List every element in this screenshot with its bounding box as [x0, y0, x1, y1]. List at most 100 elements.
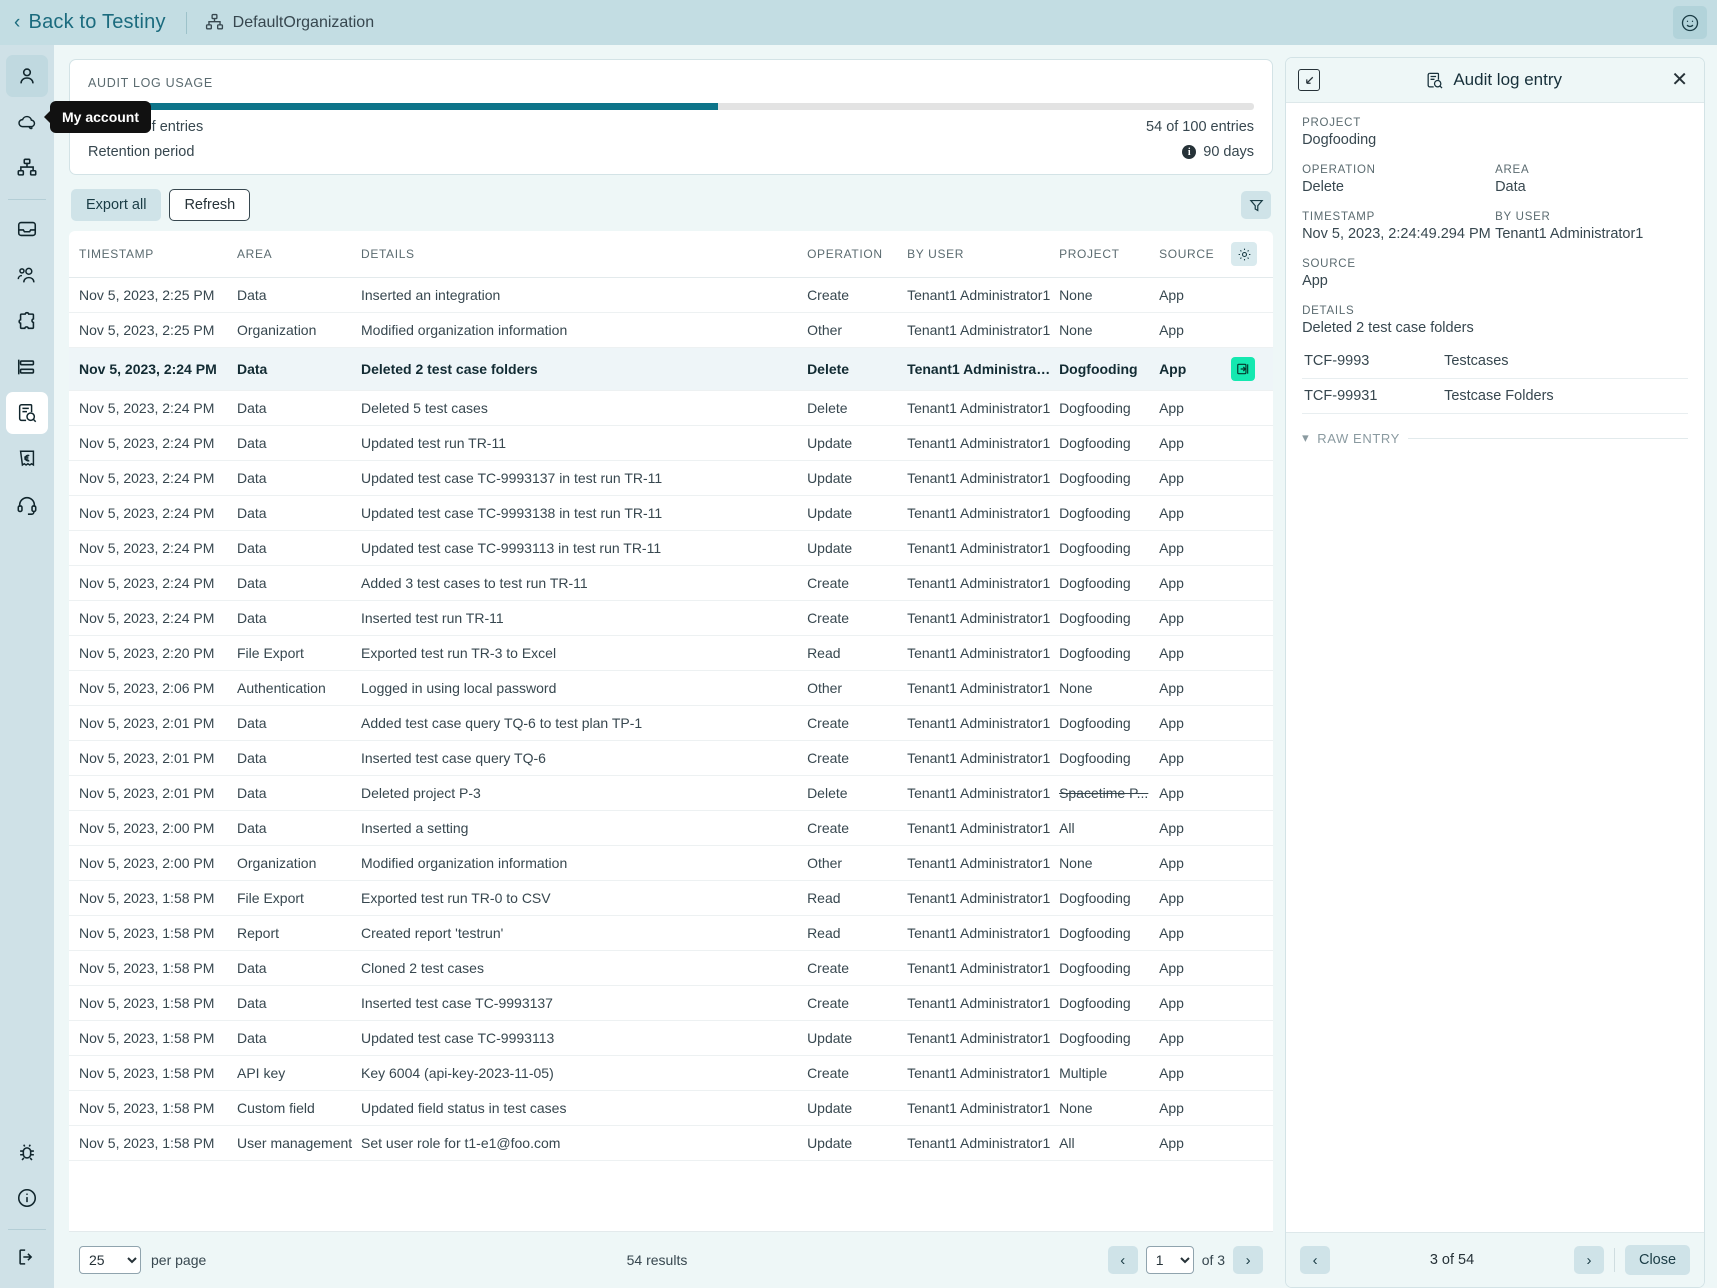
- per-page-select[interactable]: 102550100: [79, 1246, 141, 1274]
- timestamp-cell: Nov 5, 2023, 2:20 PM: [69, 636, 237, 671]
- area-cell: Data: [237, 426, 361, 461]
- filter-button[interactable]: [1241, 191, 1271, 219]
- table-row[interactable]: Nov 5, 2023, 2:00 PMOrganizationModified…: [69, 846, 1273, 881]
- refresh-button[interactable]: Refresh: [169, 189, 250, 221]
- sidebar-bottom-divider: [8, 1229, 46, 1230]
- table-row[interactable]: Nov 5, 2023, 2:00 PMDataInserted a setti…: [69, 811, 1273, 846]
- sidebar-item-logout[interactable]: [6, 1236, 48, 1278]
- headset-icon: [16, 494, 38, 516]
- person-icon: [16, 65, 38, 87]
- table-row[interactable]: Nov 5, 2023, 2:24 PMDataDeleted 5 test c…: [69, 391, 1273, 426]
- timestamp-cell: Nov 5, 2023, 2:24 PM: [69, 566, 237, 601]
- operation-cell: Create: [807, 741, 907, 776]
- col-header-operation[interactable]: OPERATION: [807, 231, 907, 278]
- table-row[interactable]: Nov 5, 2023, 2:24 PMDataUpdated test cas…: [69, 496, 1273, 531]
- row-action-cell: [1231, 348, 1273, 391]
- detail-close-button[interactable]: Close: [1625, 1245, 1690, 1275]
- source-cell: App: [1159, 391, 1231, 426]
- source-cell: App: [1159, 986, 1231, 1021]
- sidebar-item-audit-log[interactable]: [6, 392, 48, 434]
- sidebar-item-lists[interactable]: [6, 346, 48, 388]
- sidebar-item-info[interactable]: [6, 1177, 48, 1219]
- source-cell: App: [1159, 1126, 1231, 1161]
- raw-entry-toggle[interactable]: ▾ RAW ENTRY: [1302, 430, 1688, 446]
- table-header: TIMESTAMP AREA DETAILS OPERATION BY USER…: [69, 231, 1273, 278]
- usage-title: AUDIT LOG USAGE: [88, 76, 1254, 90]
- table-row[interactable]: Nov 5, 2023, 2:24 PMDataInserted test ru…: [69, 601, 1273, 636]
- results-count: 54 results: [216, 1252, 1097, 1268]
- sidebar-item-cloud[interactable]: [6, 101, 48, 143]
- table-row[interactable]: Nov 5, 2023, 1:58 PMDataInserted test ca…: [69, 986, 1273, 1021]
- table-row[interactable]: Nov 5, 2023, 2:20 PMFile ExportExported …: [69, 636, 1273, 671]
- source-cell: App: [1159, 881, 1231, 916]
- timestamp-cell: Nov 5, 2023, 2:25 PM: [69, 278, 237, 313]
- col-header-details[interactable]: DETAILS: [361, 231, 807, 278]
- operation-cell: Read: [807, 881, 907, 916]
- col-header-by-user[interactable]: BY USER: [907, 231, 1059, 278]
- project-cell: Dogfooding: [1059, 601, 1159, 636]
- col-header-area[interactable]: AREA: [237, 231, 361, 278]
- table-row[interactable]: Nov 5, 2023, 2:01 PMDataInserted test ca…: [69, 741, 1273, 776]
- sidebar-item-support[interactable]: [6, 484, 48, 526]
- table-row[interactable]: Nov 5, 2023, 2:24 PMDataUpdated test cas…: [69, 461, 1273, 496]
- sidebar-item-integrations[interactable]: [6, 300, 48, 342]
- details-cell: Added test case query TQ-6 to test plan …: [361, 706, 807, 741]
- close-panel-button[interactable]: ✕: [1667, 70, 1692, 90]
- open-entry-button[interactable]: [1231, 357, 1255, 381]
- detail-next-button[interactable]: ›: [1574, 1246, 1604, 1274]
- feedback-button[interactable]: [1673, 6, 1707, 39]
- source-cell: App: [1159, 1021, 1231, 1056]
- table-row[interactable]: Nov 5, 2023, 2:24 PMDataUpdated test run…: [69, 426, 1273, 461]
- table-row[interactable]: Nov 5, 2023, 1:58 PMReportCreated report…: [69, 916, 1273, 951]
- back-to-testiny-link[interactable]: ‹ Back to Testiny: [14, 11, 166, 34]
- organization-breadcrumb[interactable]: DefaultOrganization: [205, 13, 374, 32]
- expand-panel-button[interactable]: [1298, 69, 1320, 91]
- inbox-icon: [16, 218, 38, 240]
- sidebar-item-inbox[interactable]: [6, 208, 48, 250]
- sidebar-item-report-bug[interactable]: [6, 1131, 48, 1173]
- table-row[interactable]: Nov 5, 2023, 1:58 PMFile ExportExported …: [69, 881, 1273, 916]
- next-page-button[interactable]: ›: [1233, 1246, 1263, 1274]
- prev-page-button[interactable]: ‹: [1108, 1246, 1138, 1274]
- table-row[interactable]: Nov 5, 2023, 2:24 PMDataAdded 3 test cas…: [69, 566, 1273, 601]
- by-user-cell: Tenant1 Administrator1: [907, 776, 1059, 811]
- sidebar-item-users[interactable]: [6, 254, 48, 296]
- export-all-button[interactable]: Export all: [71, 189, 161, 221]
- sidebar-item-billing[interactable]: [6, 438, 48, 480]
- area-cell: Data: [237, 566, 361, 601]
- table-row[interactable]: Nov 5, 2023, 2:01 PMDataAdded test case …: [69, 706, 1273, 741]
- table-row[interactable]: Nov 5, 2023, 1:58 PMUser managementSet u…: [69, 1126, 1273, 1161]
- table-row[interactable]: Nov 5, 2023, 2:25 PMDataInserted an inte…: [69, 278, 1273, 313]
- audit-log-table: TIMESTAMP AREA DETAILS OPERATION BY USER…: [69, 231, 1273, 1161]
- operation-cell: Update: [807, 1021, 907, 1056]
- table-row[interactable]: Nov 5, 2023, 1:58 PMDataCloned 2 test ca…: [69, 951, 1273, 986]
- col-header-project[interactable]: PROJECT: [1059, 231, 1159, 278]
- table-row[interactable]: Nov 5, 2023, 2:06 PMAuthenticationLogged…: [69, 671, 1273, 706]
- table-row[interactable]: Nov 5, 2023, 2:24 PMDataDeleted 2 test c…: [69, 348, 1273, 391]
- table-row[interactable]: Nov 5, 2023, 1:58 PMAPI keyKey 6004 (api…: [69, 1056, 1273, 1091]
- table-settings-button[interactable]: [1231, 242, 1257, 266]
- operation-cell: Read: [807, 916, 907, 951]
- source-cell: App: [1159, 348, 1231, 391]
- project-cell: Dogfooding: [1059, 916, 1159, 951]
- table-row[interactable]: Nov 5, 2023, 2:01 PMDataDeleted project …: [69, 776, 1273, 811]
- project-cell: None: [1059, 1091, 1159, 1126]
- table-row[interactable]: Nov 5, 2023, 2:24 PMDataUpdated test cas…: [69, 531, 1273, 566]
- table-row[interactable]: Nov 5, 2023, 2:25 PMOrganizationModified…: [69, 313, 1273, 348]
- table-row[interactable]: Nov 5, 2023, 1:58 PMCustom fieldUpdated …: [69, 1091, 1273, 1126]
- area-cell: Data: [237, 601, 361, 636]
- table-row[interactable]: Nov 5, 2023, 1:58 PMDataUpdated test cas…: [69, 1021, 1273, 1056]
- col-header-source[interactable]: SOURCE: [1159, 231, 1231, 278]
- sidebar-item-organization[interactable]: [6, 147, 48, 189]
- info-icon[interactable]: i: [1182, 145, 1196, 159]
- timestamp-cell: Nov 5, 2023, 2:06 PM: [69, 671, 237, 706]
- col-header-timestamp[interactable]: TIMESTAMP: [69, 231, 237, 278]
- detail-prev-button[interactable]: ‹: [1300, 1246, 1330, 1274]
- cloud-icon: [16, 111, 38, 133]
- row-action-cell: [1231, 496, 1273, 531]
- timestamp-cell: Nov 5, 2023, 2:24 PM: [69, 426, 237, 461]
- sidebar-item-my-account[interactable]: [6, 55, 48, 97]
- page-select[interactable]: 123: [1146, 1246, 1194, 1274]
- project-cell: None: [1059, 313, 1159, 348]
- operation-cell: Update: [807, 1126, 907, 1161]
